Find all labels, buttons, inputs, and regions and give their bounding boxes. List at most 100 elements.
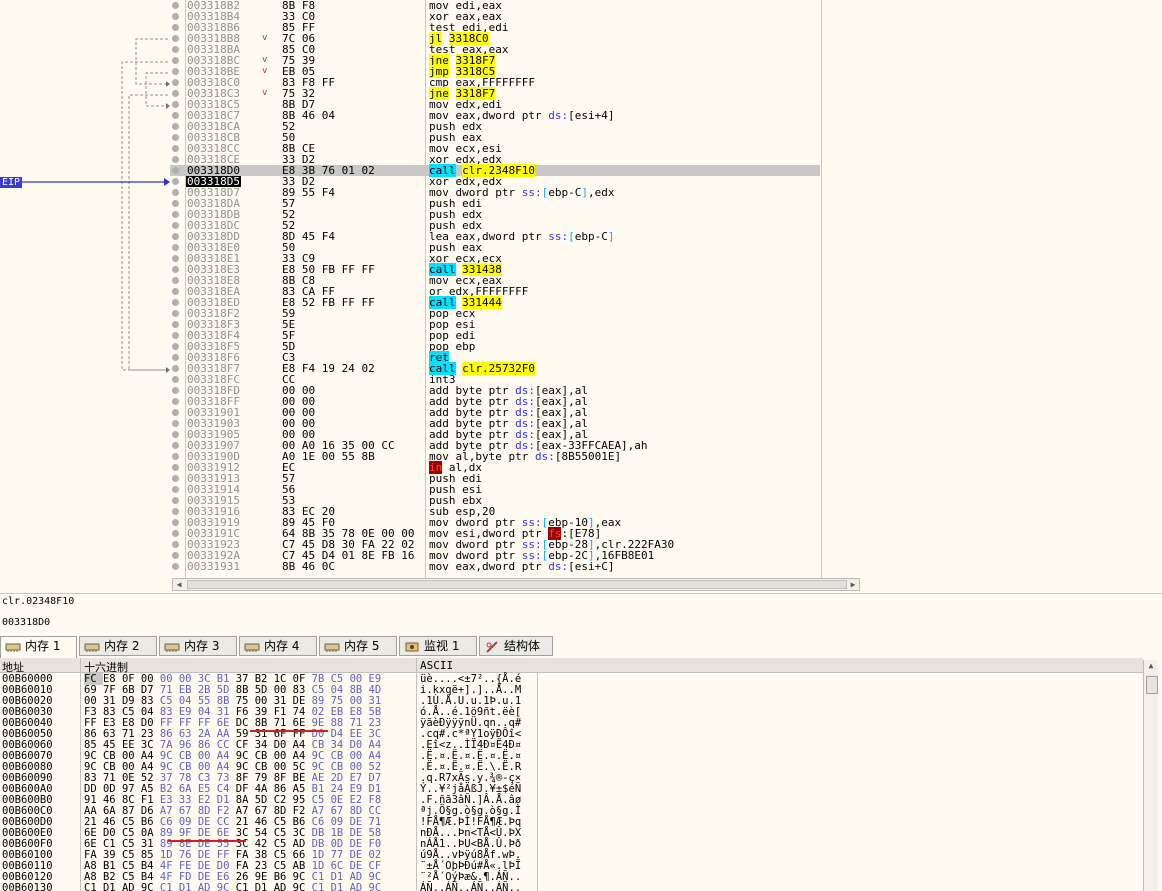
disasm-row[interactable]: 003318BA 85 C0 test eax,eax [170, 44, 820, 55]
breakpoint-dot-icon[interactable] [172, 376, 179, 383]
disasm-row[interactable]: 003318DA 57 push edi [170, 198, 820, 209]
scroll-right-icon[interactable]: ▶ [847, 579, 859, 590]
breakpoint-dot-icon[interactable] [172, 541, 179, 548]
breakpoint-dot-icon[interactable] [172, 310, 179, 317]
disasm-row[interactable]: 003318F5 5D pop ebp [170, 341, 820, 352]
info-address: 003318D0 [2, 617, 51, 628]
breakpoint-dot-icon[interactable] [172, 68, 179, 75]
breakpoint-dot-icon[interactable] [172, 277, 179, 284]
breakpoint-dot-icon[interactable] [172, 101, 179, 108]
breakpoint-dot-icon[interactable] [172, 508, 179, 515]
breakpoint-dot-icon[interactable] [172, 530, 179, 537]
scroll-up-icon[interactable]: ▲ [1144, 660, 1158, 672]
tab-1[interactable]: 内存 1 [0, 636, 77, 658]
breakpoint-dot-icon[interactable] [172, 211, 179, 218]
breakpoint-dot-icon[interactable] [172, 299, 179, 306]
disasm-row[interactable]: 003318ED E8 52 FB FF FF call 331444 [170, 296, 820, 309]
disasm-row[interactable]: 003318C7 8B 46 04 mov eax,dword ptr ds:[es… [170, 110, 820, 121]
tab-6[interactable]: 监视 1 [399, 636, 477, 656]
disassembly-pane[interactable]: EIP 003318B2 8B F8 mov edi,eax 003318B4 33 C… [0, 0, 1162, 593]
disasm-row[interactable]: 00331931 8B 46 0C mov eax,dword ptr ds:[es… [170, 561, 820, 572]
breakpoint-dot-icon[interactable] [172, 288, 179, 295]
disasm-row[interactable]: 003318BC v 75 39 jne 3318F7 [170, 54, 820, 67]
breakpoint-dot-icon[interactable] [172, 167, 179, 174]
tab-label: 内存 5 [344, 639, 380, 653]
info-pane: clr.02348F10 003318D0 [0, 593, 1162, 634]
breakpoint-dot-icon[interactable] [172, 244, 179, 251]
breakpoint-dot-icon[interactable] [172, 321, 179, 328]
breakpoint-dot-icon[interactable] [172, 112, 179, 119]
breakpoint-dot-icon[interactable] [172, 178, 179, 185]
jump-arrows [22, 38, 170, 373]
jump-line-jmp [145, 72, 168, 107]
disasm-row[interactable]: 00331914 56 push esi [170, 484, 820, 495]
disasm-bytes: A0 1E 00 55 8B [282, 450, 375, 463]
breakpoint-dot-icon[interactable] [172, 233, 179, 240]
memory-chip-icon [164, 643, 180, 652]
breakpoint-dot-icon[interactable] [172, 442, 179, 449]
breakpoint-dot-icon[interactable] [172, 343, 179, 350]
disasm-row[interactable]: 003318F7 E8 F4 19 24 02 call clr.25732F0 [170, 362, 820, 375]
tab-7[interactable]: 结构体 [479, 636, 553, 656]
breakpoint-dot-icon[interactable] [172, 145, 179, 152]
breakpoint-dot-icon[interactable] [172, 156, 179, 163]
disasm-row[interactable]: 0033190D A0 1E 00 55 8B mov al,byte ptr ds… [170, 451, 820, 462]
dump-tabs[interactable]: 内存 1 内存 2 内存 3 内存 4 内存 5 监视 1 结构体 [0, 634, 1162, 658]
disassembly-rows[interactable]: 003318B2 8B F8 mov edi,eax 003318B4 33 C0 xor… [170, 0, 820, 572]
breakpoint-dot-icon[interactable] [172, 453, 179, 460]
disasm-row[interactable]: 003318F2 59 pop ecx [170, 308, 820, 319]
breakpoint-dot-icon[interactable] [172, 552, 179, 559]
breakpoint-dot-icon[interactable] [172, 354, 179, 361]
breakpoint-dot-icon[interactable] [172, 475, 179, 482]
tab-3[interactable]: 内存 3 [159, 636, 237, 656]
disasm-row[interactable]: 003318F4 5F pop edi [170, 330, 820, 341]
breakpoint-dot-icon[interactable] [172, 35, 179, 42]
breakpoint-dot-icon[interactable] [172, 79, 179, 86]
breakpoint-dot-icon[interactable] [172, 365, 179, 372]
scroll-thumb[interactable] [1146, 676, 1158, 694]
breakpoint-dot-icon[interactable] [172, 387, 179, 394]
breakpoint-dot-icon[interactable] [172, 189, 179, 196]
breakpoint-dot-icon[interactable] [172, 255, 179, 262]
breakpoint-dot-icon[interactable] [172, 13, 179, 20]
scroll-thumb[interactable] [187, 580, 847, 589]
disasm-row[interactable]: 00331912 EC in al,dx [170, 461, 820, 474]
disasm-row[interactable]: 003318F3 5E pop esi [170, 319, 820, 330]
disasm-row[interactable]: 003318D7 89 55 F4 mov dword ptr ss:[ebp-C]… [170, 187, 820, 198]
scroll-left-icon[interactable]: ◀ [173, 579, 185, 590]
disasm-row[interactable]: 003318B6 85 FF test edi,edi [170, 22, 820, 33]
disasm-row[interactable]: 003318DD 8D 45 F4 lea eax,dword ptr ss:[eb… [170, 231, 820, 242]
breakpoint-dot-icon[interactable] [172, 222, 179, 229]
dump-address: 00B60130 [2, 882, 53, 891]
disasm-row[interactable]: 003318DB 52 push edx [170, 209, 820, 220]
breakpoint-dot-icon[interactable] [172, 398, 179, 405]
tab-2[interactable]: 内存 2 [79, 636, 157, 656]
memory-dump[interactable]: 地址 十六进制 ASCII 00B60000 FC E8 0F 00 00 00 … [0, 658, 1162, 891]
breakpoint-dot-icon[interactable] [172, 200, 179, 207]
tab-4[interactable]: 内存 4 [239, 636, 317, 656]
vertical-scrollbar[interactable]: ▲ [1143, 660, 1158, 891]
breakpoint-dot-icon[interactable] [172, 134, 179, 141]
breakpoint-dot-icon[interactable] [172, 123, 179, 130]
breakpoint-dot-icon[interactable] [172, 266, 179, 273]
jump-down-icon: v [262, 66, 268, 76]
horizontal-scrollbar[interactable]: ◀ ▶ [172, 578, 860, 591]
breakpoint-dot-icon[interactable] [172, 332, 179, 339]
disasm-row[interactable]: 003318CA 52 push edx [170, 121, 820, 132]
breakpoint-dot-icon[interactable] [172, 409, 179, 416]
breakpoint-dot-icon[interactable] [172, 24, 179, 31]
breakpoint-dot-icon[interactable] [172, 486, 179, 493]
disasm-row[interactable]: 00331913 57 push edi [170, 473, 820, 484]
breakpoint-dot-icon[interactable] [172, 464, 179, 471]
breakpoint-dot-icon[interactable] [172, 57, 179, 64]
breakpoint-dot-icon[interactable] [172, 563, 179, 570]
breakpoint-dot-icon[interactable] [172, 431, 179, 438]
breakpoint-dot-icon[interactable] [172, 519, 179, 526]
tab-5[interactable]: 内存 5 [319, 636, 397, 656]
breakpoint-dot-icon[interactable] [172, 420, 179, 427]
breakpoint-dot-icon[interactable] [172, 497, 179, 504]
breakpoint-dot-icon[interactable] [172, 46, 179, 53]
breakpoint-dot-icon[interactable] [172, 90, 179, 97]
breakpoint-dot-icon[interactable] [172, 2, 179, 9]
disasm-row[interactable]: 003318C0 83 F8 FF cmp eax,FFFFFFFF [170, 77, 820, 88]
